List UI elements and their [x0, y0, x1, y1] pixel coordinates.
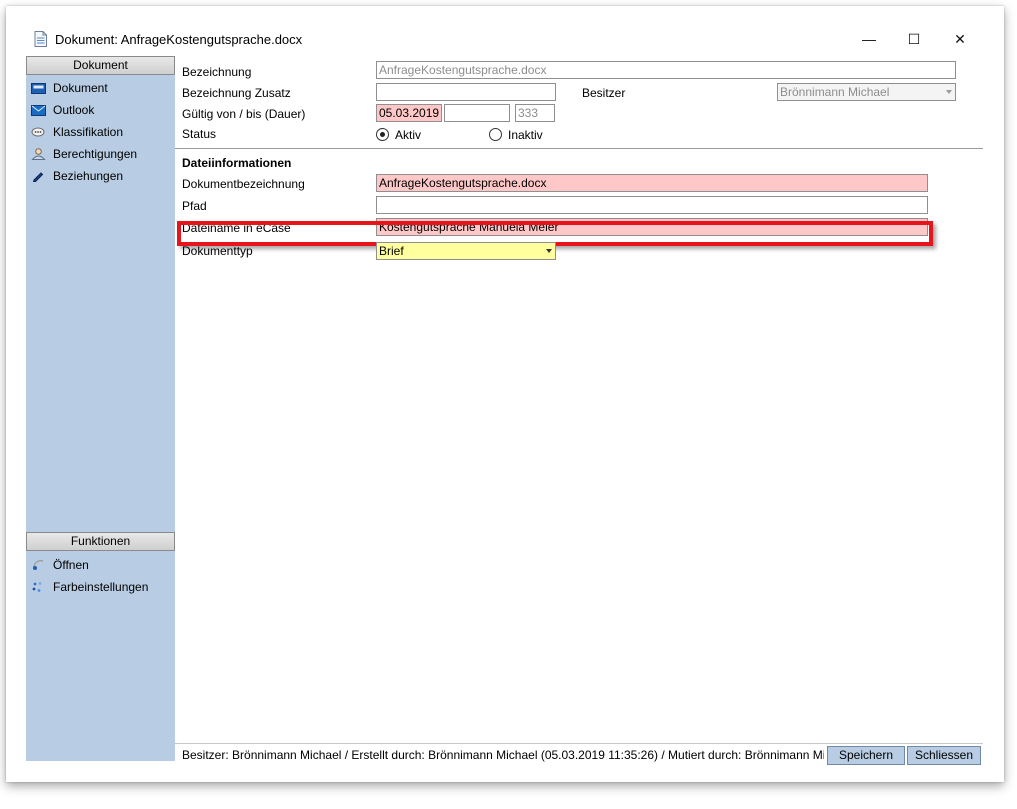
dokumentbezeichnung-label: Dokumentbezeichnung	[182, 177, 305, 191]
main-content: Bezeichnung AnfrageKostengutsprache.docx…	[175, 56, 983, 765]
document-icon	[34, 31, 47, 47]
sidebar-item-berechtigungen[interactable]: Berechtigungen	[26, 144, 175, 164]
sidebar-item-klassifikation[interactable]: Klassifikation	[26, 122, 175, 142]
sidebar-item-label: Berechtigungen	[53, 147, 138, 161]
status-bar: Besitzer: Brönnimann Michael / Erstellt …	[175, 743, 983, 765]
schliessen-button[interactable]: Schliessen	[907, 746, 981, 765]
window-frame: Dokument: AnfrageKostengutsprache.docx —…	[6, 6, 1004, 782]
status-inaktiv-label: Inaktiv	[508, 128, 543, 142]
gueltig-von-field[interactable]: 05.03.2019	[376, 104, 442, 122]
besitzer-dropdown[interactable]: Brönnimann Michael	[777, 83, 956, 101]
tag-icon	[31, 127, 45, 137]
bezeichnung-zusatz-label: Bezeichnung Zusatz	[182, 86, 291, 100]
status-label: Status	[182, 127, 217, 141]
sidebar-item-outlook[interactable]: Outlook	[26, 100, 175, 120]
function-label: Öffnen	[53, 558, 89, 572]
section-divider	[175, 148, 983, 149]
bezeichnung-zusatz-field[interactable]	[376, 83, 556, 101]
window-title: Dokument: AnfrageKostengutsprache.docx	[55, 32, 303, 47]
open-icon	[33, 560, 44, 570]
bezeichnung-field[interactable]: AnfrageKostengutsprache.docx	[376, 61, 956, 79]
document-box-icon	[31, 83, 46, 94]
sidebar-section-dokument: Dokument	[26, 56, 175, 75]
status-aktiv-radio[interactable]	[376, 128, 389, 141]
dateiinformationen-heading: Dateiinformationen	[182, 156, 292, 170]
pfad-label: Pfad	[182, 199, 207, 213]
dokumenttyp-value: Brief	[379, 244, 404, 258]
status-bar-text: Besitzer: Brönnimann Michael / Erstellt …	[182, 748, 824, 762]
sidebar-item-label: Klassifikation	[53, 125, 124, 139]
function-oeffnen[interactable]: Öffnen	[26, 555, 175, 575]
bezeichnung-label: Bezeichnung	[182, 65, 252, 79]
besitzer-label: Besitzer	[582, 86, 626, 100]
status-aktiv-label: Aktiv	[395, 128, 422, 142]
sidebar-item-label: Beziehungen	[53, 169, 124, 183]
dauer-field[interactable]: 333	[515, 104, 555, 122]
maximize-button[interactable]: ☐	[894, 26, 934, 52]
close-button[interactable]: ✕	[940, 26, 980, 52]
sidebar-item-label: Dokument	[53, 81, 108, 95]
chevron-down-icon	[546, 249, 552, 253]
sidebar-item-dokument[interactable]: Dokument	[26, 78, 175, 98]
dokumenttyp-dropdown[interactable]: Brief	[376, 242, 556, 260]
user-icon	[31, 148, 46, 160]
besitzer-value: Brönnimann Michael	[780, 85, 890, 99]
chevron-down-icon	[946, 90, 952, 94]
palette-icon	[32, 582, 42, 592]
pencil-icon	[32, 172, 44, 182]
sidebar-item-label: Outlook	[53, 103, 95, 117]
title-bar: Dokument: AnfrageKostengutsprache.docx —…	[6, 6, 1004, 56]
sidebar-item-beziehungen[interactable]: Beziehungen	[26, 166, 175, 186]
outlook-icon	[31, 105, 46, 116]
minimize-button[interactable]: —	[849, 26, 889, 52]
sidebar-section-funktionen: Funktionen	[26, 532, 175, 551]
save-button[interactable]: Speichern	[827, 746, 905, 765]
dokumenttyp-label: Dokumenttyp	[182, 244, 253, 258]
dokumentbezeichnung-field[interactable]: AnfrageKostengutsprache.docx	[376, 174, 928, 192]
status-inaktiv-radio[interactable]	[489, 128, 502, 141]
sidebar: Dokument Dokument Outlook Klassifikation	[26, 56, 175, 761]
function-label: Farbeinstellungen	[53, 580, 149, 594]
function-farbeinstellungen[interactable]: Farbeinstellungen	[26, 577, 175, 597]
gueltig-label: Gültig von / bis (Dauer)	[182, 107, 306, 121]
pfad-field[interactable]	[376, 196, 928, 214]
gueltig-bis-field[interactable]	[444, 104, 510, 122]
